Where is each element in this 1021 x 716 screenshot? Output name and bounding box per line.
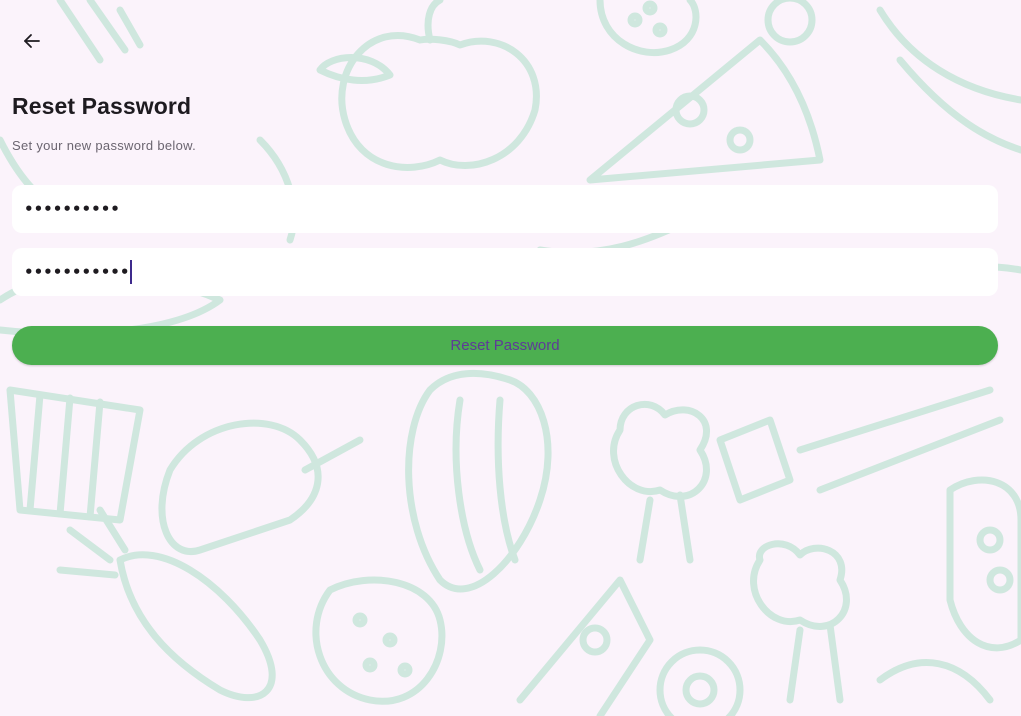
arrow-left-icon — [22, 31, 42, 51]
confirm-password-field[interactable]: ••••••••••• — [12, 248, 998, 296]
confirm-password-value: ••••••••••• — [24, 263, 130, 281]
reset-password-button[interactable]: Reset Password — [12, 326, 998, 365]
new-password-value: •••••••••• — [24, 200, 120, 218]
back-button[interactable] — [16, 25, 48, 57]
reset-password-screen: Reset Password Set your new password bel… — [0, 0, 1021, 716]
text-cursor — [130, 260, 133, 284]
page-subtitle: Set your new password below. — [12, 138, 196, 153]
new-password-field[interactable]: •••••••••• — [12, 185, 998, 233]
page-title: Reset Password — [12, 93, 192, 119]
